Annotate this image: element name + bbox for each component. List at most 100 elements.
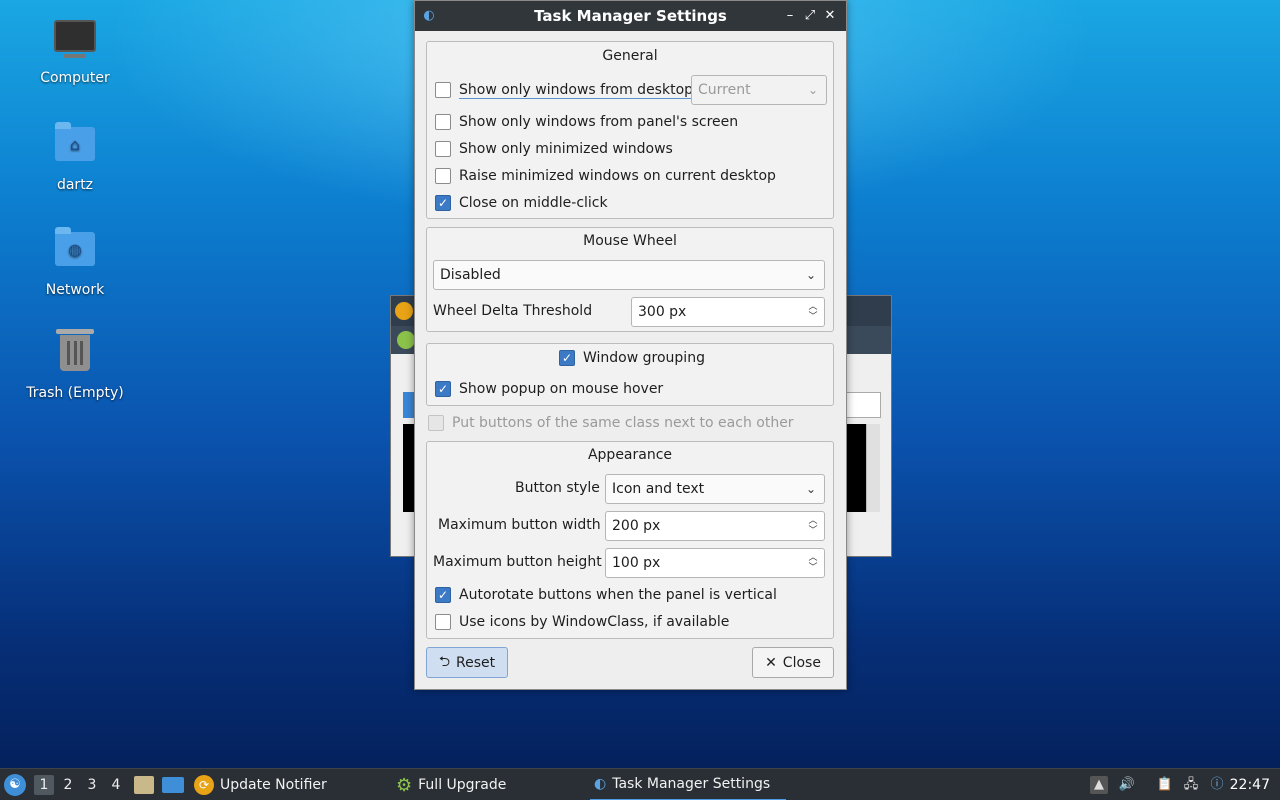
close-button[interactable]: ✕ Close: [752, 647, 834, 678]
checkbox-label: Window grouping: [583, 350, 705, 366]
workspace-1[interactable]: 1: [34, 775, 54, 795]
desktop-icon-network[interactable]: ◍ Network: [10, 226, 140, 298]
desktop-icon-trash[interactable]: Trash (Empty): [10, 329, 140, 401]
show-desktop-launcher[interactable]: [162, 769, 184, 800]
desktop-icon-label: Computer: [40, 70, 110, 86]
show-only-desktop-checkbox[interactable]: Show only windows from desktop: [435, 80, 694, 100]
spin-down-icon[interactable]: ﹀: [806, 311, 820, 323]
file-manager-icon: [134, 776, 154, 794]
wheel-delta-label: Wheel Delta Threshold: [433, 303, 593, 319]
workspace-2[interactable]: 2: [58, 775, 78, 795]
close-icon[interactable]: ✕: [821, 6, 839, 26]
panel-screen-checkbox[interactable]: Show only windows from panel's screen: [435, 112, 738, 132]
checkmark-icon[interactable]: ✓: [435, 381, 451, 397]
max-height-spinbox[interactable]: 100 px ︿ ﹀: [605, 548, 825, 578]
desktop-icon: [162, 777, 184, 793]
max-height-value: 100 px: [612, 555, 661, 571]
reset-button[interactable]: ⮌ Reset: [426, 647, 508, 678]
raise-minimized-checkbox[interactable]: Raise minimized windows on current deskt…: [435, 166, 776, 186]
wheel-delta-value: 300 px: [638, 304, 687, 320]
spin-down-icon[interactable]: ﹀: [806, 562, 820, 574]
task-full-upgrade[interactable]: ⚙ Full Upgrade: [392, 769, 510, 800]
window-grouping-group: ✓ Window grouping ✓ Show popup on mouse …: [426, 343, 834, 406]
checkbox-label: Autorotate buttons when the panel is ver…: [459, 587, 777, 603]
popup-hover-checkbox[interactable]: ✓ Show popup on mouse hover: [435, 379, 663, 399]
undo-icon: ⮌: [438, 653, 451, 670]
volume-icon[interactable]: 🔊: [1118, 776, 1136, 794]
minimized-only-checkbox[interactable]: Show only minimized windows: [435, 139, 673, 159]
task-label: Task Manager Settings: [612, 776, 771, 792]
checkbox-label: Close on middle-click: [459, 195, 608, 211]
background-window-scrollbar[interactable]: [866, 424, 880, 512]
checkbox-box[interactable]: [435, 141, 451, 157]
chevron-down-icon: ⌄: [805, 268, 817, 282]
panel-hide-icon[interactable]: ▲: [1090, 776, 1108, 794]
mouse-wheel-group: Mouse Wheel Disabled ⌄ Wheel Delta Thres…: [426, 227, 834, 332]
checkbox-box[interactable]: [428, 415, 444, 431]
clock[interactable]: 22:47: [1230, 769, 1270, 800]
general-group: General Show only windows from desktop C…: [426, 41, 834, 219]
trash-icon: [53, 329, 97, 379]
desktop-icon-home[interactable]: ⌂ dartz: [10, 121, 140, 193]
max-width-spinbox[interactable]: 200 px ︿ ﹀: [605, 511, 825, 541]
update-notifier-icon: [395, 302, 413, 320]
checkbox-label: Show only minimized windows: [459, 141, 673, 157]
taskbar: ☯ 1 2 3 4 ⟳ Update Notifier ⚙ Full Upgra…: [0, 768, 1280, 800]
checkbox-label: Show only windows from desktop: [459, 81, 694, 99]
mouse-wheel-select[interactable]: Disabled ⌄: [433, 260, 825, 290]
checkbox-box[interactable]: [435, 82, 451, 98]
max-height-label: Maximum button height: [433, 554, 602, 570]
minimize-icon[interactable]: –: [781, 6, 799, 26]
group-title-mouse-wheel: Mouse Wheel: [583, 233, 677, 249]
checkbox-box[interactable]: [435, 114, 451, 130]
checkbox-label: Put buttons of the same class next to ea…: [452, 415, 794, 431]
button-style-select[interactable]: Icon and text ⌄: [605, 474, 825, 504]
workspace-4[interactable]: 4: [106, 775, 126, 795]
main-menu-button[interactable]: ☯: [4, 769, 26, 800]
desktop-icon-label: Network: [45, 282, 105, 298]
checkbox-box[interactable]: [435, 168, 451, 184]
desktop-icon-computer[interactable]: Computer: [10, 16, 140, 86]
workspace-3[interactable]: 3: [82, 775, 102, 795]
computer-icon: [53, 20, 97, 64]
task-task-manager-settings[interactable]: ◐ Task Manager Settings: [590, 769, 786, 800]
close-middle-click-checkbox[interactable]: ✓ Close on middle-click: [435, 193, 608, 213]
max-width-value: 200 px: [612, 518, 661, 534]
file-manager-launcher[interactable]: [134, 769, 154, 800]
checkmark-icon[interactable]: ✓: [435, 587, 451, 603]
checkbox-label: Use icons by WindowClass, if available: [459, 614, 730, 630]
autorotate-checkbox[interactable]: ✓ Autorotate buttons when the panel is v…: [435, 585, 777, 605]
checkmark-icon[interactable]: ✓: [435, 195, 451, 211]
wheel-delta-spinbox[interactable]: 300 px ︿ ﹀: [631, 297, 825, 327]
window-class-icons-checkbox[interactable]: Use icons by WindowClass, if available: [435, 612, 729, 632]
task-update-notifier[interactable]: ⟳ Update Notifier: [190, 769, 331, 800]
network-folder-icon: ◍: [53, 227, 97, 276]
lxqt-icon: ◐: [594, 776, 607, 792]
gear-icon: ⚙: [396, 774, 413, 796]
appearance-group: Appearance Button style Icon and text ⌄ …: [426, 441, 834, 639]
checkmark-icon[interactable]: ✓: [559, 350, 575, 366]
button-style-value: Icon and text: [612, 481, 705, 497]
same-class-checkbox[interactable]: Put buttons of the same class next to ea…: [428, 413, 794, 433]
maximize-icon[interactable]: ⤢: [801, 6, 819, 26]
clipboard-icon[interactable]: 📋: [1156, 776, 1174, 794]
desktop-select-value: Current: [698, 82, 751, 98]
window-grouping-checkbox[interactable]: ✓ Window grouping: [559, 348, 705, 368]
desktop-select[interactable]: Current ⌄: [691, 75, 827, 105]
checkbox-box[interactable]: [435, 614, 451, 630]
update-available-icon[interactable]: ⓘ: [1208, 776, 1226, 794]
button-style-label: Button style: [515, 480, 600, 496]
network-icon[interactable]: 🖧: [1182, 776, 1200, 794]
group-title-general: General: [602, 48, 658, 64]
task-label: Update Notifier: [220, 777, 327, 793]
dialog-titlebar[interactable]: ◐ Task Manager Settings – ⤢ ✕: [415, 1, 846, 31]
spin-down-icon[interactable]: ﹀: [806, 525, 820, 537]
max-width-label: Maximum button width: [438, 517, 601, 533]
update-notifier-icon: ⟳: [194, 775, 214, 795]
checkbox-label: Raise minimized windows on current deskt…: [459, 168, 776, 184]
home-folder-icon: ⌂: [53, 122, 97, 171]
group-title-appearance: Appearance: [587, 447, 673, 463]
desktop-icon-label: Trash (Empty): [26, 385, 124, 401]
task-manager-settings-dialog: ◐ Task Manager Settings – ⤢ ✕ General Sh…: [414, 0, 847, 690]
checkbox-label: Show only windows from panel's screen: [459, 114, 739, 130]
